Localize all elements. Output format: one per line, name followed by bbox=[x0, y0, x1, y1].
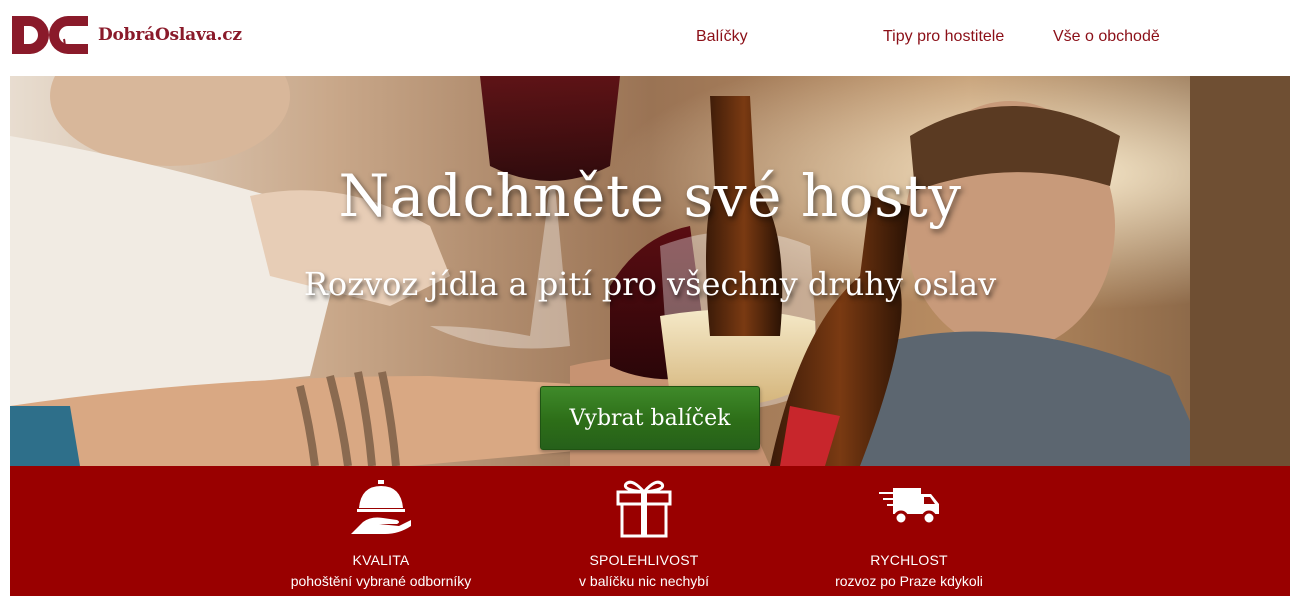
feature-speed-desc: rozvoz po Praze kdykoli bbox=[835, 573, 983, 589]
features-band: KVALITA pohoštění vybrané odborníky SPOL… bbox=[10, 466, 1290, 596]
feature-speed: RYCHLOST rozvoz po Praze kdykoli bbox=[779, 466, 1039, 589]
hero-subtitle: Rozvoz jídla a pití pro všechny druhy os… bbox=[303, 265, 997, 303]
truck-icon bbox=[879, 488, 939, 526]
feature-quality-title: KVALITA bbox=[352, 552, 410, 568]
site-header: DobráOslava.cz Balíčky Tipy pro hostitel… bbox=[0, 0, 1300, 76]
nav-host-tips[interactable]: Tipy pro hostitele bbox=[883, 28, 1004, 46]
logo-text: DobráOslava.cz bbox=[98, 25, 242, 45]
feature-reliability-title: SPOLEHLIVOST bbox=[589, 552, 699, 568]
gift-icon bbox=[616, 480, 672, 538]
hero-banner: Nadchněte své hosty Rozvoz jídla a pití … bbox=[10, 76, 1290, 466]
feature-quality-desc: pohoštění vybrané odborníky bbox=[290, 573, 472, 589]
feature-reliability-desc: v balíčku nic nechybí bbox=[579, 573, 709, 589]
feature-speed-title: RYCHLOST bbox=[870, 552, 948, 568]
hero-title: Nadchněte své hosty bbox=[338, 162, 962, 230]
logo-link[interactable]: DobráOslava.cz bbox=[10, 14, 242, 56]
nav-packages[interactable]: Balíčky bbox=[696, 28, 748, 46]
logo-icon bbox=[12, 16, 88, 54]
choose-package-button[interactable]: Vybrat balíček bbox=[540, 386, 760, 450]
feature-reliability: SPOLEHLIVOST v balíčku nic nechybí bbox=[514, 466, 774, 589]
feature-quality: KVALITA pohoštění vybrané odborníky bbox=[251, 466, 511, 589]
cloche-icon bbox=[351, 480, 411, 534]
nav-about-shop[interactable]: Vše o obchodě bbox=[1053, 28, 1160, 46]
